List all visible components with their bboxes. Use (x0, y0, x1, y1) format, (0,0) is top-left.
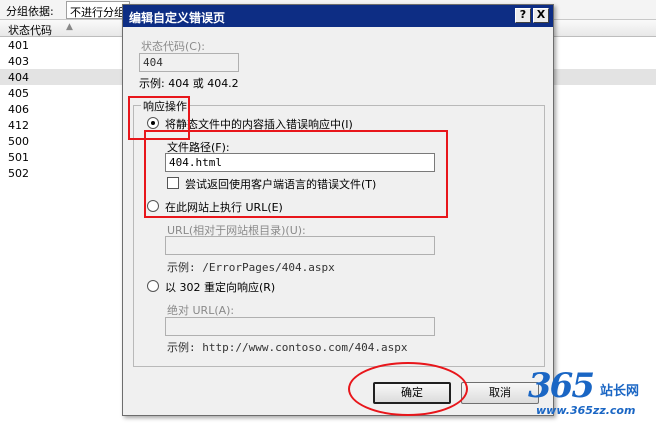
status-code-cell: 501 (8, 151, 29, 164)
status-code-column-header[interactable]: 状态代码 (8, 22, 52, 38)
status-code-cell: 406 (8, 103, 29, 116)
status-code-cell: 500 (8, 135, 29, 148)
status-code-label: 状态代码(C): (141, 40, 205, 53)
relative-url-input[interactable] (165, 236, 435, 255)
absolute-url-input[interactable] (165, 317, 435, 336)
help-button[interactable]: ? (515, 8, 531, 23)
dialog-titlebar[interactable]: 编辑自定义错误页 ? X (123, 5, 553, 27)
status-code-cell: 404 (8, 71, 29, 84)
close-button[interactable]: X (533, 8, 549, 23)
watermark-site-name: 站长网 (600, 384, 640, 399)
status-code-cell: 405 (8, 87, 29, 100)
group-by-label: 分组依据: (6, 5, 54, 18)
sort-arrow-icon: ▲ (66, 22, 73, 32)
status-code-cell: 502 (8, 167, 29, 180)
absolute-url-example: 示例: http://www.contoso.com/404.aspx (167, 341, 408, 354)
relative-url-example: 示例: /ErrorPages/404.aspx (167, 261, 335, 274)
site-watermark: 365 站长网 www.365zz.com (520, 366, 656, 423)
status-code-cell: 412 (8, 119, 29, 132)
redirect-302-radio[interactable] (147, 280, 159, 292)
redirect-302-radio-label[interactable]: 以 302 重定向响应(R) (165, 279, 275, 295)
status-code-cell: 401 (8, 39, 29, 52)
annotation-ellipse-ok (348, 362, 468, 416)
annotation-rect-file-path (144, 130, 448, 218)
absolute-url-label: 绝对 URL(A): (167, 304, 235, 317)
status-code-field[interactable]: 404 (139, 53, 239, 72)
watermark-url: www.365zz.com (536, 404, 636, 417)
watermark-number: 365 (528, 366, 595, 406)
dialog-title: 编辑自定义错误页 (129, 11, 226, 25)
status-code-example: 示例: 404 或 404.2 (139, 77, 239, 90)
group-by-combo[interactable]: 不进行分组 (66, 1, 130, 19)
status-code-cell: 403 (8, 55, 29, 68)
